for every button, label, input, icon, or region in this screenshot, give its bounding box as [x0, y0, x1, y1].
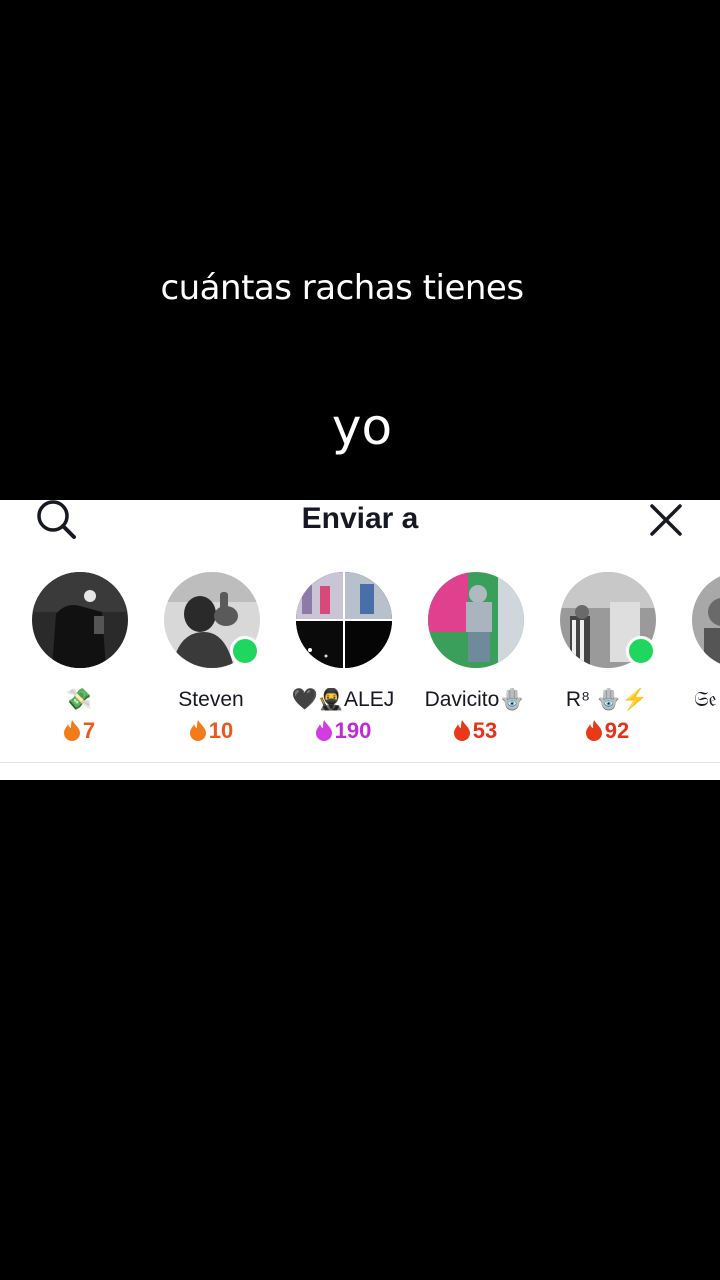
close-icon	[650, 504, 682, 536]
contact-list: 💸 7 Steven 10 🖤🥷ALEJ 190 Davicito🪬 53 R⁸…	[0, 572, 720, 752]
caption-answer: yo	[331, 398, 393, 456]
avatar	[428, 572, 524, 668]
flame-icon	[453, 720, 470, 741]
contact-item[interactable]: Davicito🪬 53	[410, 572, 540, 752]
contact-item[interactable]: Steven 10	[146, 572, 276, 752]
streak-count: 92	[532, 718, 682, 744]
avatar	[296, 572, 392, 668]
sheet-header: Enviar a	[0, 500, 720, 544]
divider	[0, 762, 720, 763]
contact-name: 💸	[65, 688, 93, 711]
flame-icon	[585, 720, 602, 741]
contact-item[interactable]: R⁸ 🪬⚡ 92	[542, 572, 672, 752]
streak-count: 7	[4, 718, 154, 744]
contact-name: 𝔖𝔢	[694, 688, 717, 711]
contact-name: Davicito🪬	[424, 688, 526, 711]
flame-icon	[63, 720, 80, 741]
close-button[interactable]	[646, 500, 686, 540]
streak-count: 53	[400, 718, 550, 744]
streak-count: 10	[136, 718, 286, 744]
contact-name: 🖤🥷ALEJ	[291, 688, 395, 711]
online-indicator	[230, 636, 260, 666]
contact-name: R⁸ 🪬⚡	[565, 688, 649, 711]
contact-item[interactable]: 𝔖𝔢	[674, 572, 720, 752]
caption-question: cuántas rachas tienes	[160, 268, 524, 308]
online-indicator	[626, 636, 656, 666]
flame-icon	[315, 720, 332, 741]
avatar	[692, 572, 720, 668]
share-sheet: Enviar a 💸 7 Steven 10 🖤🥷ALEJ 190 Davici…	[0, 500, 720, 780]
flame-icon	[189, 720, 206, 741]
contact-name: Steven	[178, 688, 244, 711]
sheet-title: Enviar a	[301, 502, 419, 535]
contact-item[interactable]: 🖤🥷ALEJ 190	[278, 572, 408, 752]
avatar	[32, 572, 128, 668]
streak-count: 190	[268, 718, 418, 744]
contact-item[interactable]: 💸 7	[14, 572, 144, 752]
